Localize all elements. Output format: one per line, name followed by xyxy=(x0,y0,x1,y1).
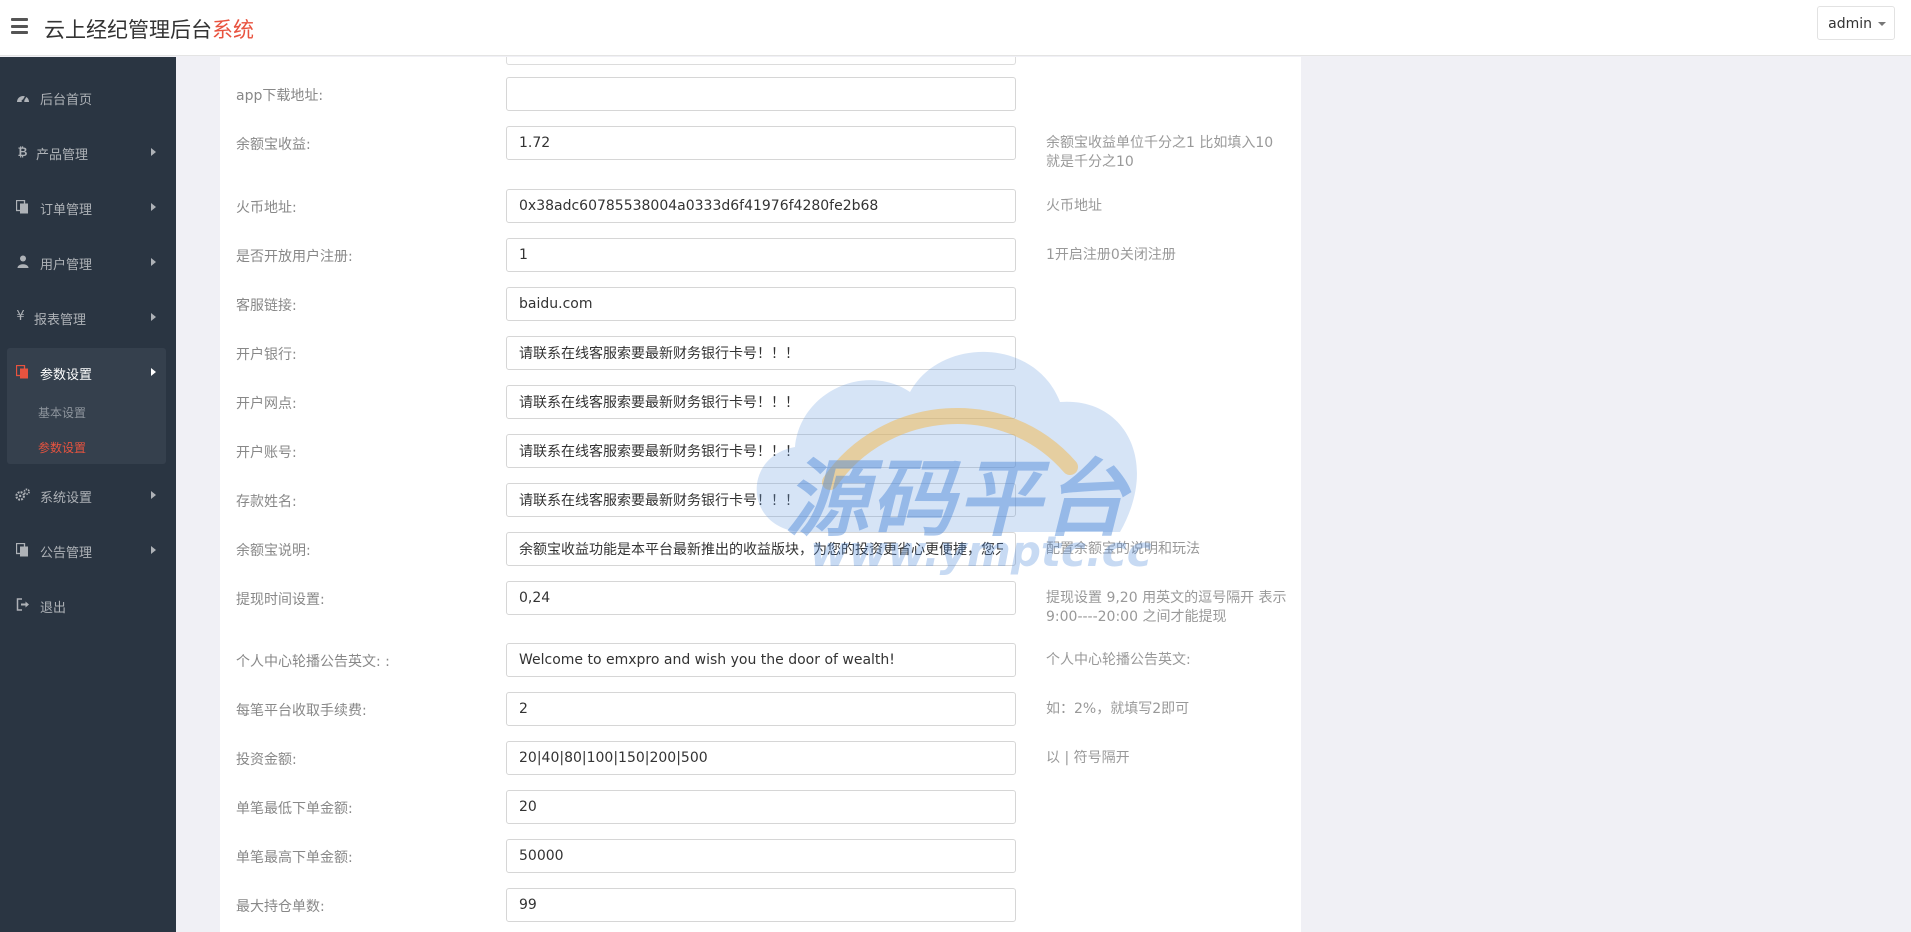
sidebar-item-products[interactable]: ₿ 产品管理 xyxy=(0,132,176,172)
user-menu-label: admin xyxy=(1828,16,1872,32)
app-title: 云上经纪管理后台系统 xyxy=(44,14,254,44)
app-download-url-input[interactable] xyxy=(506,77,1016,111)
sidebar-item-label: 用户管理 xyxy=(40,258,93,273)
field-label: 客服链接: xyxy=(236,298,297,314)
dashboard-icon xyxy=(15,89,30,104)
field-help: 提现设置 9,20 用英文的逗号隔开 表示9:00----20:00 之间才能提… xyxy=(1046,590,1287,625)
sign-out-icon xyxy=(15,597,30,612)
field-label: 余额宝说明: xyxy=(236,543,311,559)
customer-service-link-input[interactable] xyxy=(506,287,1016,321)
field-help: 如：2%，就填写2即可 xyxy=(1046,701,1190,717)
field-help: 火币地址 xyxy=(1046,198,1102,214)
field-label: 单笔最高下单金额: xyxy=(236,850,353,866)
caret-down-icon xyxy=(1878,22,1886,26)
field-label: 是否开放用户注册: xyxy=(236,249,353,265)
sidebar-item-params[interactable]: 参数设置 xyxy=(0,352,176,392)
sidebar-item-label: 产品管理 xyxy=(36,148,89,163)
field-label: 提现时间设置: xyxy=(236,592,325,608)
chevron-right-icon xyxy=(151,491,156,499)
withdraw-time-input[interactable] xyxy=(506,581,1016,615)
field-label: 投资金额: xyxy=(236,752,297,768)
sidebar-item-orders[interactable]: 订单管理 xyxy=(0,187,176,227)
bitcoin-icon: ₿ xyxy=(17,144,28,159)
sidebar-item-logout[interactable]: 退出 xyxy=(0,585,176,625)
min-order-amount-input[interactable] xyxy=(506,790,1016,824)
field-label: 最大持仓单数: xyxy=(236,899,325,915)
max-order-amount-input[interactable] xyxy=(506,839,1016,873)
field-help: 以 | 符号隔开 xyxy=(1046,750,1130,766)
yuebao-description-input[interactable] xyxy=(506,532,1016,566)
chevron-right-icon xyxy=(151,546,156,554)
chevron-right-icon xyxy=(151,313,156,321)
sidebar-item-label: 系统设置 xyxy=(40,491,93,506)
platform-fee-input[interactable] xyxy=(506,692,1016,726)
copy-icon xyxy=(15,542,30,557)
sidebar-item-dashboard[interactable]: 后台首页 xyxy=(0,77,176,117)
user-icon xyxy=(15,254,30,269)
chevron-right-icon xyxy=(151,368,156,376)
sidebar-item-label: 后台首页 xyxy=(40,93,93,108)
field-label: 余额宝收益: xyxy=(236,137,311,153)
field-label: 开户网点: xyxy=(236,396,297,412)
app-title-accent: 系统 xyxy=(212,18,254,42)
sidebar-item-label: 公告管理 xyxy=(40,546,93,561)
bank-branch-input[interactable] xyxy=(506,385,1016,419)
sidebar-item-label: 参数设置 xyxy=(40,368,93,383)
sidebar-item-users[interactable]: 用户管理 xyxy=(0,242,176,282)
field-help: 1开启注册0关闭注册 xyxy=(1046,247,1176,263)
chevron-right-icon xyxy=(151,148,156,156)
open-registration-input[interactable] xyxy=(506,238,1016,272)
field-label: 开户银行: xyxy=(236,347,297,363)
menu-toggle-icon[interactable] xyxy=(11,18,28,34)
field-label: 每笔平台收取手续费: xyxy=(236,703,367,719)
field-label: app下载地址: xyxy=(236,88,324,104)
field-label: 火币地址: xyxy=(236,200,297,216)
sidebar-item-system[interactable]: 系统设置 xyxy=(0,475,176,515)
sidebar-item-reports[interactable]: ¥ 报表管理 xyxy=(0,297,176,337)
field-label: 存款姓名: xyxy=(236,494,297,510)
top-header: 云上经纪管理后台系统 admin xyxy=(0,0,1911,56)
sidebar-item-label: 订单管理 xyxy=(40,203,93,218)
depositor-name-input[interactable] xyxy=(506,483,1016,517)
sidebar-item-label: 报表管理 xyxy=(34,313,87,328)
gears-icon xyxy=(15,487,30,502)
yuebao-yield-input[interactable] xyxy=(506,126,1016,160)
copy-icon xyxy=(15,364,30,379)
field-help: 余额宝收益单位千分之1 比如填入10 就是千分之10 xyxy=(1046,135,1274,170)
sidebar-item-notices[interactable]: 公告管理 xyxy=(0,530,176,570)
sidebar-subitem-params[interactable]: 参数设置 xyxy=(38,439,86,456)
chevron-right-icon xyxy=(151,203,156,211)
huobi-address-input[interactable] xyxy=(506,189,1016,223)
sidebar: 后台首页 ₿ 产品管理 订单管理 用户管理 ¥ 报表管理 参数设置 基本设置 参… xyxy=(0,57,176,932)
bank-account-input[interactable] xyxy=(506,434,1016,468)
sidebar-subitem-basic[interactable]: 基本设置 xyxy=(38,404,86,421)
field-label: 个人中心轮播公告英文: : xyxy=(236,654,390,670)
field-label: 开户账号: xyxy=(236,445,297,461)
carousel-notice-en-input[interactable] xyxy=(506,643,1016,677)
app-title-main: 云上经纪管理后台 xyxy=(44,18,212,42)
copy-icon xyxy=(15,199,30,214)
investment-amounts-input[interactable] xyxy=(506,741,1016,775)
sidebar-item-label: 退出 xyxy=(40,601,67,616)
field-help: 配置余额宝的说明和玩法 xyxy=(1046,541,1200,557)
max-positions-input[interactable] xyxy=(506,888,1016,922)
field-label: 单笔最低下单金额: xyxy=(236,801,353,817)
previous-field-input[interactable] xyxy=(506,57,1016,65)
chevron-right-icon xyxy=(151,258,156,266)
field-help: 个人中心轮播公告英文: xyxy=(1046,652,1191,668)
bank-name-input[interactable] xyxy=(506,336,1016,370)
user-menu-button[interactable]: admin xyxy=(1817,6,1895,40)
yen-icon: ¥ xyxy=(16,309,25,324)
